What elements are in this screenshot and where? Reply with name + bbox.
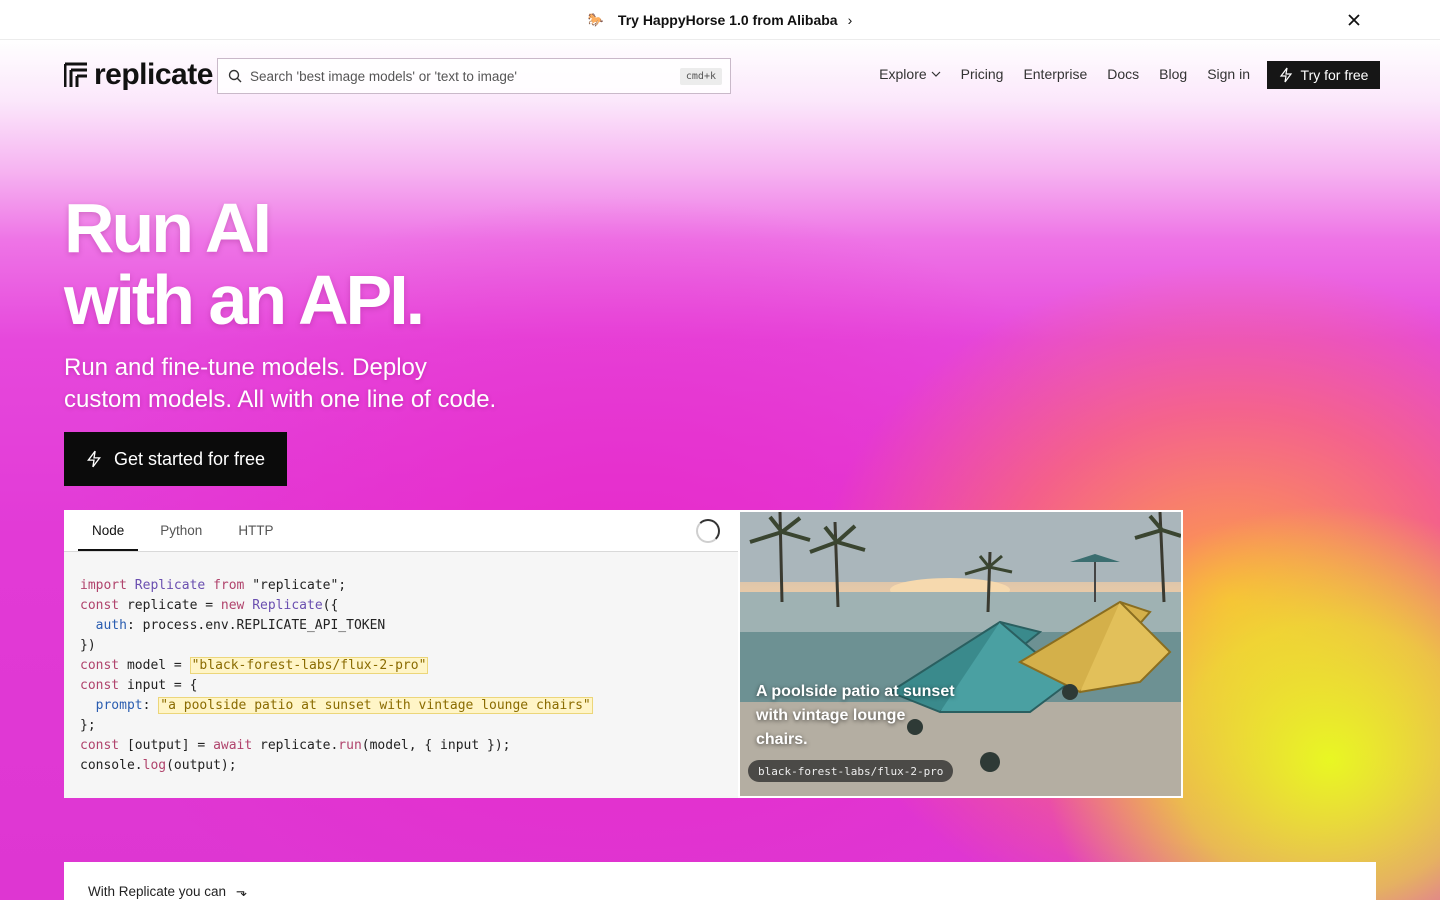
nav-pricing[interactable]: Pricing: [961, 66, 1004, 82]
get-started-button[interactable]: Get started for free: [64, 432, 287, 486]
hero-subhead: Run and fine-tune models. Deploy custom …: [64, 352, 544, 416]
nav-explore-label: Explore: [879, 66, 927, 82]
chevron-right-icon: ›: [847, 11, 853, 28]
try-for-free-label: Try for free: [1300, 67, 1369, 83]
try-for-free-button[interactable]: Try for free: [1267, 61, 1380, 89]
hero-headline-line1: Run AI: [64, 189, 272, 267]
horse-icon: 🐎: [587, 11, 604, 27]
bolt-icon: [86, 450, 101, 468]
search-shortcut-badge: cmd+k: [679, 67, 722, 85]
nav-docs[interactable]: Docs: [1107, 66, 1139, 82]
bolt-icon: [1279, 67, 1292, 83]
tab-node[interactable]: Node: [78, 523, 139, 551]
hero-headline-line2: with an API.: [64, 261, 425, 339]
nav-blog[interactable]: Blog: [1159, 66, 1187, 82]
nav-signin[interactable]: Sign in: [1207, 66, 1250, 82]
code-example-panel: Node Python HTTP import Replicate from "…: [64, 510, 738, 798]
logo-text: replicate: [94, 58, 213, 91]
tab-http[interactable]: HTTP: [224, 523, 287, 551]
search-input[interactable]: [250, 68, 680, 84]
code-model-string[interactable]: "black-forest-labs/flux-2-pro": [189, 657, 429, 674]
search-icon: [228, 69, 242, 83]
features-card: With Replicate you can ⬎: [64, 862, 1376, 900]
get-started-label: Get started for free: [113, 448, 266, 469]
nav-explore[interactable]: Explore: [879, 66, 941, 82]
nav-links: Explore Pricing Enterprise Docs Blog Sig…: [879, 66, 1250, 82]
tab-python[interactable]: Python: [146, 523, 216, 551]
announcement-text[interactable]: Try HappyHorse 1.0 from Alibaba: [618, 12, 838, 28]
close-icon[interactable]: [1344, 10, 1364, 30]
code-tabs: Node Python HTTP: [64, 510, 738, 552]
features-lead-text: With Replicate you can: [88, 884, 227, 899]
announcement-bar[interactable]: 🐎 Try HappyHorse 1.0 from Alibaba ›: [0, 0, 1440, 40]
hero-subhead-line2: custom models. All with one line of code…: [64, 386, 497, 413]
example-output-image: A poolside patio at sunset with vintage …: [738, 510, 1183, 798]
code-snippet: import Replicate from "replicate"; const…: [80, 578, 593, 773]
replicate-logo-icon: [64, 62, 87, 87]
hero-subhead-line1: Run and fine-tune models. Deploy: [64, 354, 427, 381]
top-nav: replicate cmd+k Explore Pricing Enterpri…: [0, 40, 1440, 112]
chevron-down-icon: [931, 71, 941, 77]
code-prompt-string[interactable]: "a poolside patio at sunset with vintage…: [158, 697, 593, 714]
search-bar[interactable]: cmd+k: [217, 58, 731, 94]
logo[interactable]: replicate: [64, 58, 213, 92]
poolside-patio-image: [740, 512, 1181, 796]
image-caption: A poolside patio at sunset with vintage …: [756, 683, 955, 748]
arrow-down-right-icon: ⬎: [235, 884, 248, 899]
loading-spinner-icon: [696, 519, 720, 543]
model-name-badge[interactable]: black-forest-labs/flux-2-pro: [748, 760, 954, 782]
nav-enterprise[interactable]: Enterprise: [1023, 66, 1087, 82]
hero-headline: Run AI with an API.: [64, 189, 425, 339]
